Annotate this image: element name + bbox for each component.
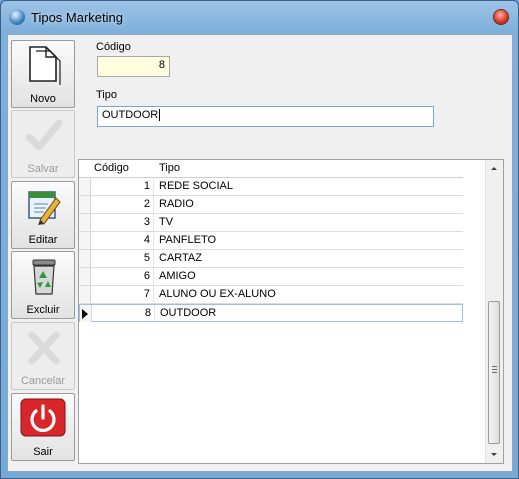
app-globe-icon xyxy=(9,9,25,25)
cell-codigo: 2 xyxy=(91,196,154,213)
row-indicator xyxy=(80,305,92,322)
row-indicator xyxy=(79,196,91,213)
cell-codigo: 3 xyxy=(91,214,154,231)
row-indicator xyxy=(79,286,91,303)
tipo-label: Tipo xyxy=(96,89,117,101)
grip-line xyxy=(492,369,497,370)
column-header-tipo[interactable]: Tipo xyxy=(159,160,180,177)
cancel-x-icon xyxy=(28,331,60,365)
row-indicator xyxy=(79,232,91,249)
tipo-input[interactable]: OUTDOOR xyxy=(97,106,434,127)
cancelar-label: Cancelar xyxy=(20,375,66,387)
codigo-label: Código xyxy=(96,41,131,53)
cell-tipo: REDE SOCIAL xyxy=(159,180,233,192)
novo-label: Novo xyxy=(30,93,56,105)
codigo-field[interactable]: 8 xyxy=(97,56,170,77)
grip-line xyxy=(492,366,497,367)
tipo-value: OUTDOOR xyxy=(102,109,159,121)
table-row[interactable]: 5 CARTAZ xyxy=(79,250,463,268)
checkmark-icon xyxy=(26,119,62,151)
vertical-scrollbar[interactable] xyxy=(485,160,503,463)
row-indicator xyxy=(79,268,91,285)
window-title: Tipos Marketing xyxy=(31,10,123,25)
cell-tipo: RADIO xyxy=(159,198,194,210)
row-indicator xyxy=(79,214,91,231)
table-row[interactable]: 1 REDE SOCIAL xyxy=(79,178,463,196)
scroll-down-arrow-icon xyxy=(491,453,497,456)
client-area: Novo Salvar Editar Excluir Cancelar Sair… xyxy=(7,34,513,472)
cell-codigo: 6 xyxy=(91,268,154,285)
scroll-up-button[interactable] xyxy=(486,160,503,177)
novo-button[interactable]: Novo xyxy=(11,40,75,108)
editar-label: Editar xyxy=(28,234,58,246)
text-caret xyxy=(159,109,161,122)
table-row[interactable]: 2 RADIO xyxy=(79,196,463,214)
editar-button[interactable]: Editar xyxy=(11,181,75,249)
scroll-down-button[interactable] xyxy=(486,446,503,463)
cell-tipo: OUTDOOR xyxy=(160,307,217,319)
sair-label: Sair xyxy=(33,446,53,458)
table-row-selected[interactable]: 8 OUTDOOR xyxy=(79,304,463,322)
cell-codigo: 1 xyxy=(91,178,154,195)
table-row[interactable]: 7 ALUNO OU EX-ALUNO xyxy=(79,286,463,304)
cell-codigo: 4 xyxy=(91,232,154,249)
scrollbar-thumb[interactable] xyxy=(488,301,500,444)
excluir-button[interactable]: Excluir xyxy=(11,251,75,319)
column-header-codigo[interactable]: Código xyxy=(94,160,129,177)
cell-tipo: AMIGO xyxy=(159,270,196,282)
grip-line xyxy=(492,372,497,373)
grid-header: Código Tipo xyxy=(79,160,463,178)
scroll-up-arrow-icon xyxy=(491,167,497,170)
data-grid[interactable]: Código Tipo 1 REDE SOCIAL 2 RADIO 3 TV 4 xyxy=(78,159,504,464)
row-indicator xyxy=(79,250,91,267)
cell-codigo: 5 xyxy=(91,250,154,267)
codigo-value: 8 xyxy=(158,59,165,71)
cell-tipo: TV xyxy=(159,216,174,228)
cell-tipo: PANFLETO xyxy=(159,234,217,246)
recycle-bin-icon xyxy=(32,259,56,295)
current-row-arrow-icon xyxy=(82,309,88,319)
row-indicator xyxy=(79,178,91,195)
cell-codigo: 8 xyxy=(92,305,155,322)
sair-button[interactable]: Sair xyxy=(11,393,75,461)
excluir-label: Excluir xyxy=(26,304,60,316)
cell-tipo: CARTAZ xyxy=(159,252,202,264)
close-button[interactable] xyxy=(493,9,509,25)
table-row[interactable]: 3 TV xyxy=(79,214,463,232)
cancelar-button[interactable]: Cancelar xyxy=(11,322,75,390)
new-document-icon xyxy=(29,46,61,85)
salvar-label: Salvar xyxy=(27,163,59,175)
cell-codigo: 7 xyxy=(91,286,154,303)
table-row[interactable]: 4 PANFLETO xyxy=(79,232,463,250)
power-icon xyxy=(20,398,66,437)
title-bar[interactable]: Tipos Marketing xyxy=(1,1,518,33)
cell-tipo: ALUNO OU EX-ALUNO xyxy=(159,288,276,300)
window: Tipos Marketing Novo Salvar Editar Exclu… xyxy=(0,0,519,479)
table-row[interactable]: 6 AMIGO xyxy=(79,268,463,286)
edit-document-icon xyxy=(28,191,61,225)
salvar-button[interactable]: Salvar xyxy=(11,110,75,178)
